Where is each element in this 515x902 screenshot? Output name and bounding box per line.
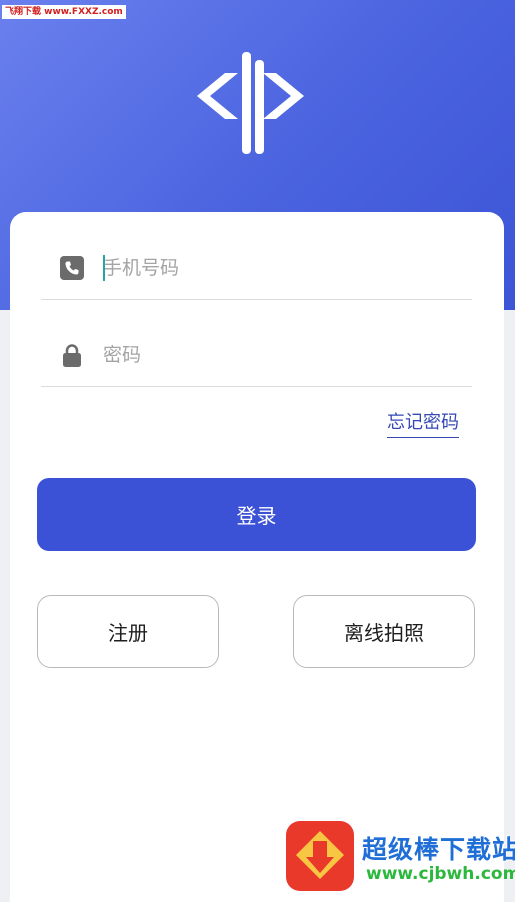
offline-photo-button[interactable]: 离线拍照 [293,595,475,668]
top-watermark: 飞翔下载 www.FXXZ.com [2,5,126,19]
password-field [41,324,472,387]
phone-input[interactable] [103,250,463,286]
login-card: 忘记密码 登录 注册 离线拍照 [10,212,504,902]
download-site-logo-icon [286,821,354,891]
forgot-password-link[interactable]: 忘记密码 [387,408,459,438]
bottom-watermark-url: www.cjbwh.com [366,864,515,884]
lock-icon [63,344,81,367]
register-button[interactable]: 注册 [37,595,219,668]
app-logo [197,52,304,154]
phone-icon [60,256,84,280]
phone-field [41,237,472,300]
login-button[interactable]: 登录 [37,478,476,551]
password-input[interactable] [103,337,463,373]
bottom-watermark-site-name: 超级棒下载站 [362,835,515,864]
text-cursor [103,255,105,281]
